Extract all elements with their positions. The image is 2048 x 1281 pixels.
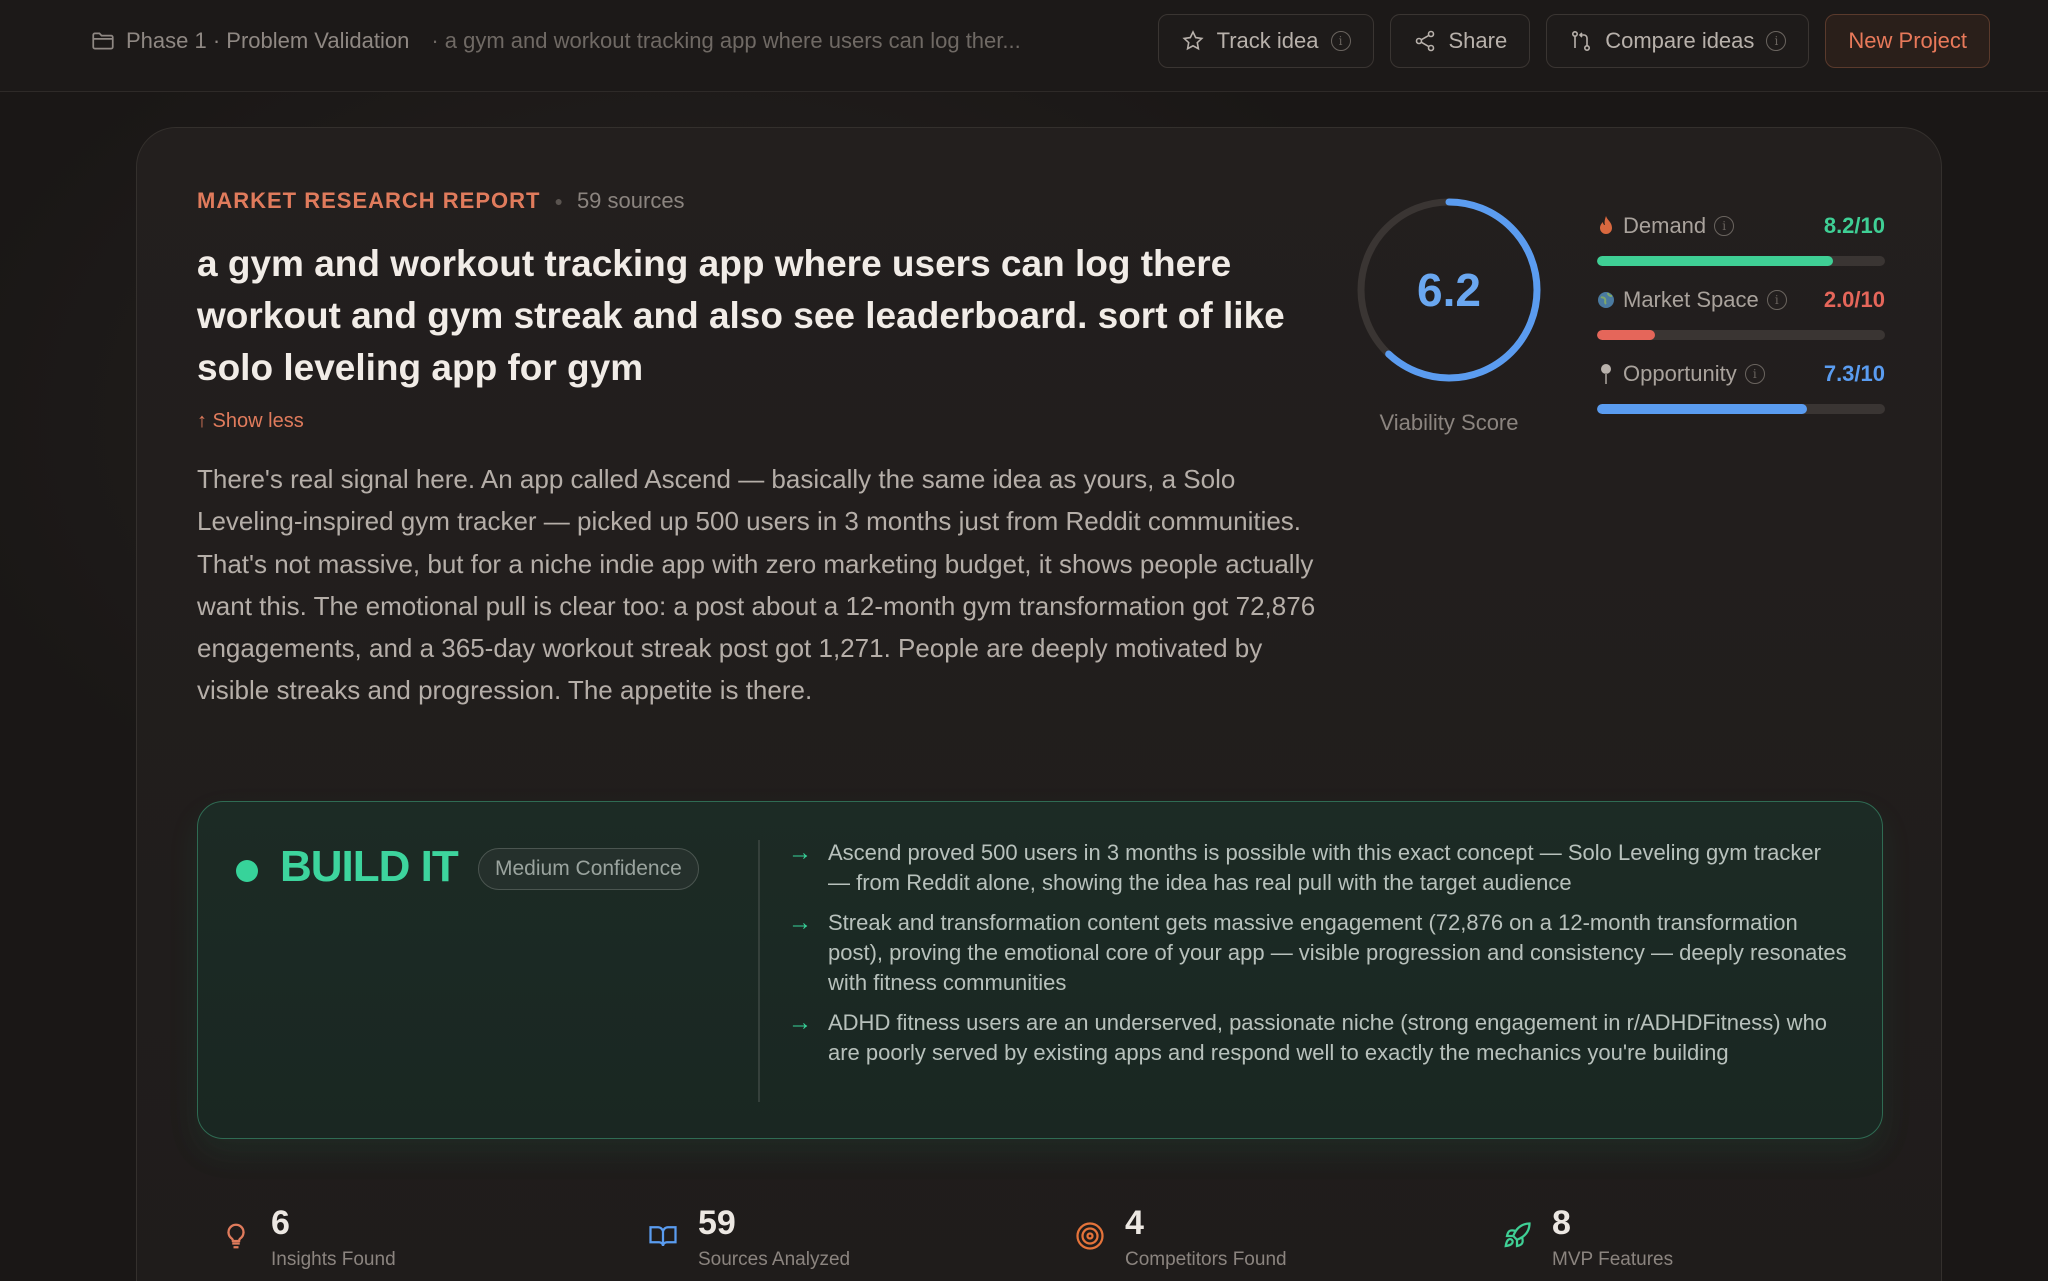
report-card: MARKET RESEARCH REPORT ● 59 sources a gy… (136, 127, 1942, 1281)
book-icon (649, 1226, 677, 1247)
share-button[interactable]: Share (1389, 14, 1531, 68)
stat-label: Sources Analyzed (698, 1249, 851, 1270)
compare-ideas-label: Compare ideas (1605, 28, 1755, 53)
metric-value: 8.2/10 (1823, 213, 1885, 238)
stat-number: 8 (1552, 1204, 1571, 1242)
stat-competitors: 4 Competitors Found (1075, 1203, 1287, 1271)
stat-label: Competitors Found (1125, 1249, 1287, 1270)
info-icon[interactable]: i (1766, 290, 1787, 310)
track-idea-label: Track idea (1216, 28, 1319, 53)
globe-icon (1598, 292, 1614, 308)
verdict-box: BUILD IT Medium Confidence → Ascend prove… (197, 801, 1883, 1139)
stat-number: 6 (271, 1204, 290, 1242)
star-icon (1182, 30, 1204, 51)
metric-demand: Demand i 8.2/10 (1597, 210, 1885, 284)
metric-bar-fill (1597, 330, 1655, 340)
metric-bar (1597, 330, 1885, 340)
info-icon[interactable]: i (1744, 364, 1765, 384)
info-icon[interactable]: i (1714, 216, 1735, 236)
new-project-label: New Project (1848, 28, 1967, 53)
idea-title: a gym and workout tracking app where use… (197, 243, 1285, 388)
rocket-icon (1504, 1222, 1531, 1248)
stat-label: MVP Features (1552, 1249, 1674, 1270)
new-project-button[interactable]: New Project (1825, 14, 1990, 68)
arrow-right-icon: → (788, 909, 812, 936)
compare-ideas-button[interactable]: Compare ideas i (1546, 14, 1810, 68)
viability-score-value: 6.2 (1417, 264, 1481, 316)
info-icon[interactable]: i (1766, 31, 1787, 51)
compare-icon (1572, 30, 1591, 51)
metric-label: Opportunity (1623, 361, 1737, 386)
track-idea-button[interactable]: Track idea i (1157, 14, 1374, 68)
metric-bar (1597, 256, 1885, 266)
verdict-reasons: → Ascend proved 500 users in 3 months is … (788, 838, 1848, 1078)
reason-text: Ascend proved 500 users in 3 months is p… (828, 840, 1821, 895)
share-label: Share (1448, 28, 1508, 53)
arrow-right-icon: → (788, 1009, 812, 1036)
viability-score-label: Viability Score (1379, 410, 1519, 435)
confidence-badge: Medium Confidence (478, 848, 699, 890)
report-eyebrow: MARKET RESEARCH REPORT ● 59 sources (197, 188, 685, 214)
list-item: → Ascend proved 500 users in 3 months is … (788, 838, 1848, 898)
breadcrumb[interactable]: Phase 1 · Problem Validation · a gym and… (90, 26, 1021, 56)
metrics-panel: Demand i 8.2/10 Market Space i 2.0/10 Op… (1597, 210, 1885, 432)
show-less-link[interactable]: ↑ Show less (197, 410, 304, 433)
viability-score-ring: 6.2 (1351, 192, 1547, 388)
sources-count: 59 sources (576, 188, 685, 213)
stat-number: 4 (1125, 1204, 1144, 1242)
metric-market-space: Market Space i 2.0/10 (1597, 284, 1885, 358)
stat-number: 59 (698, 1204, 736, 1242)
metric-bar-fill (1597, 404, 1808, 414)
stat-sources: 59 Sources Analyzed (648, 1203, 850, 1271)
list-item: → Streak and transformation content gets … (788, 908, 1848, 998)
metric-label: Demand (1623, 213, 1707, 238)
divider (758, 840, 760, 1102)
lightbulb-icon (227, 1223, 245, 1249)
arrow-right-icon: → (788, 839, 812, 866)
metric-bar (1597, 404, 1885, 414)
info-icon[interactable]: i (1330, 31, 1351, 51)
metric-value: 2.0/10 (1823, 287, 1885, 312)
metric-label: Market Space (1623, 287, 1759, 312)
metric-value: 7.3/10 (1823, 361, 1885, 386)
report-type-label: MARKET RESEARCH REPORT (197, 188, 541, 213)
verdict-title: BUILD IT (280, 842, 459, 891)
metric-bar-fill (1597, 256, 1834, 266)
stat-mvp-features: 8 MVP Features (1502, 1203, 1673, 1271)
separator-dot: ● (554, 193, 563, 209)
folder-icon (92, 32, 114, 50)
stat-label: Insights Found (271, 1249, 396, 1270)
breadcrumb-phase[interactable]: Phase 1 · Problem Validation (126, 28, 409, 54)
flame-icon (1600, 216, 1612, 234)
stat-insights: 6 Insights Found (221, 1203, 396, 1271)
reason-text: Streak and transformation content gets m… (828, 910, 1847, 995)
breadcrumb-idea[interactable]: · a gym and workout tracking app where u… (431, 28, 1020, 54)
reason-text: ADHD fitness users are an underserved, p… (828, 1010, 1828, 1065)
status-dot (236, 860, 258, 882)
report-summary: There's real signal here. An app called … (197, 464, 1316, 706)
target-icon (1076, 1222, 1104, 1250)
list-item: → ADHD fitness users are an underserved, … (788, 1008, 1848, 1068)
metric-opportunity: Opportunity i 7.3/10 (1597, 358, 1885, 432)
top-bar: Phase 1 · Problem Validation · a gym and… (0, 0, 2048, 92)
share-icon (1415, 30, 1434, 52)
pin-icon (1601, 364, 1611, 384)
